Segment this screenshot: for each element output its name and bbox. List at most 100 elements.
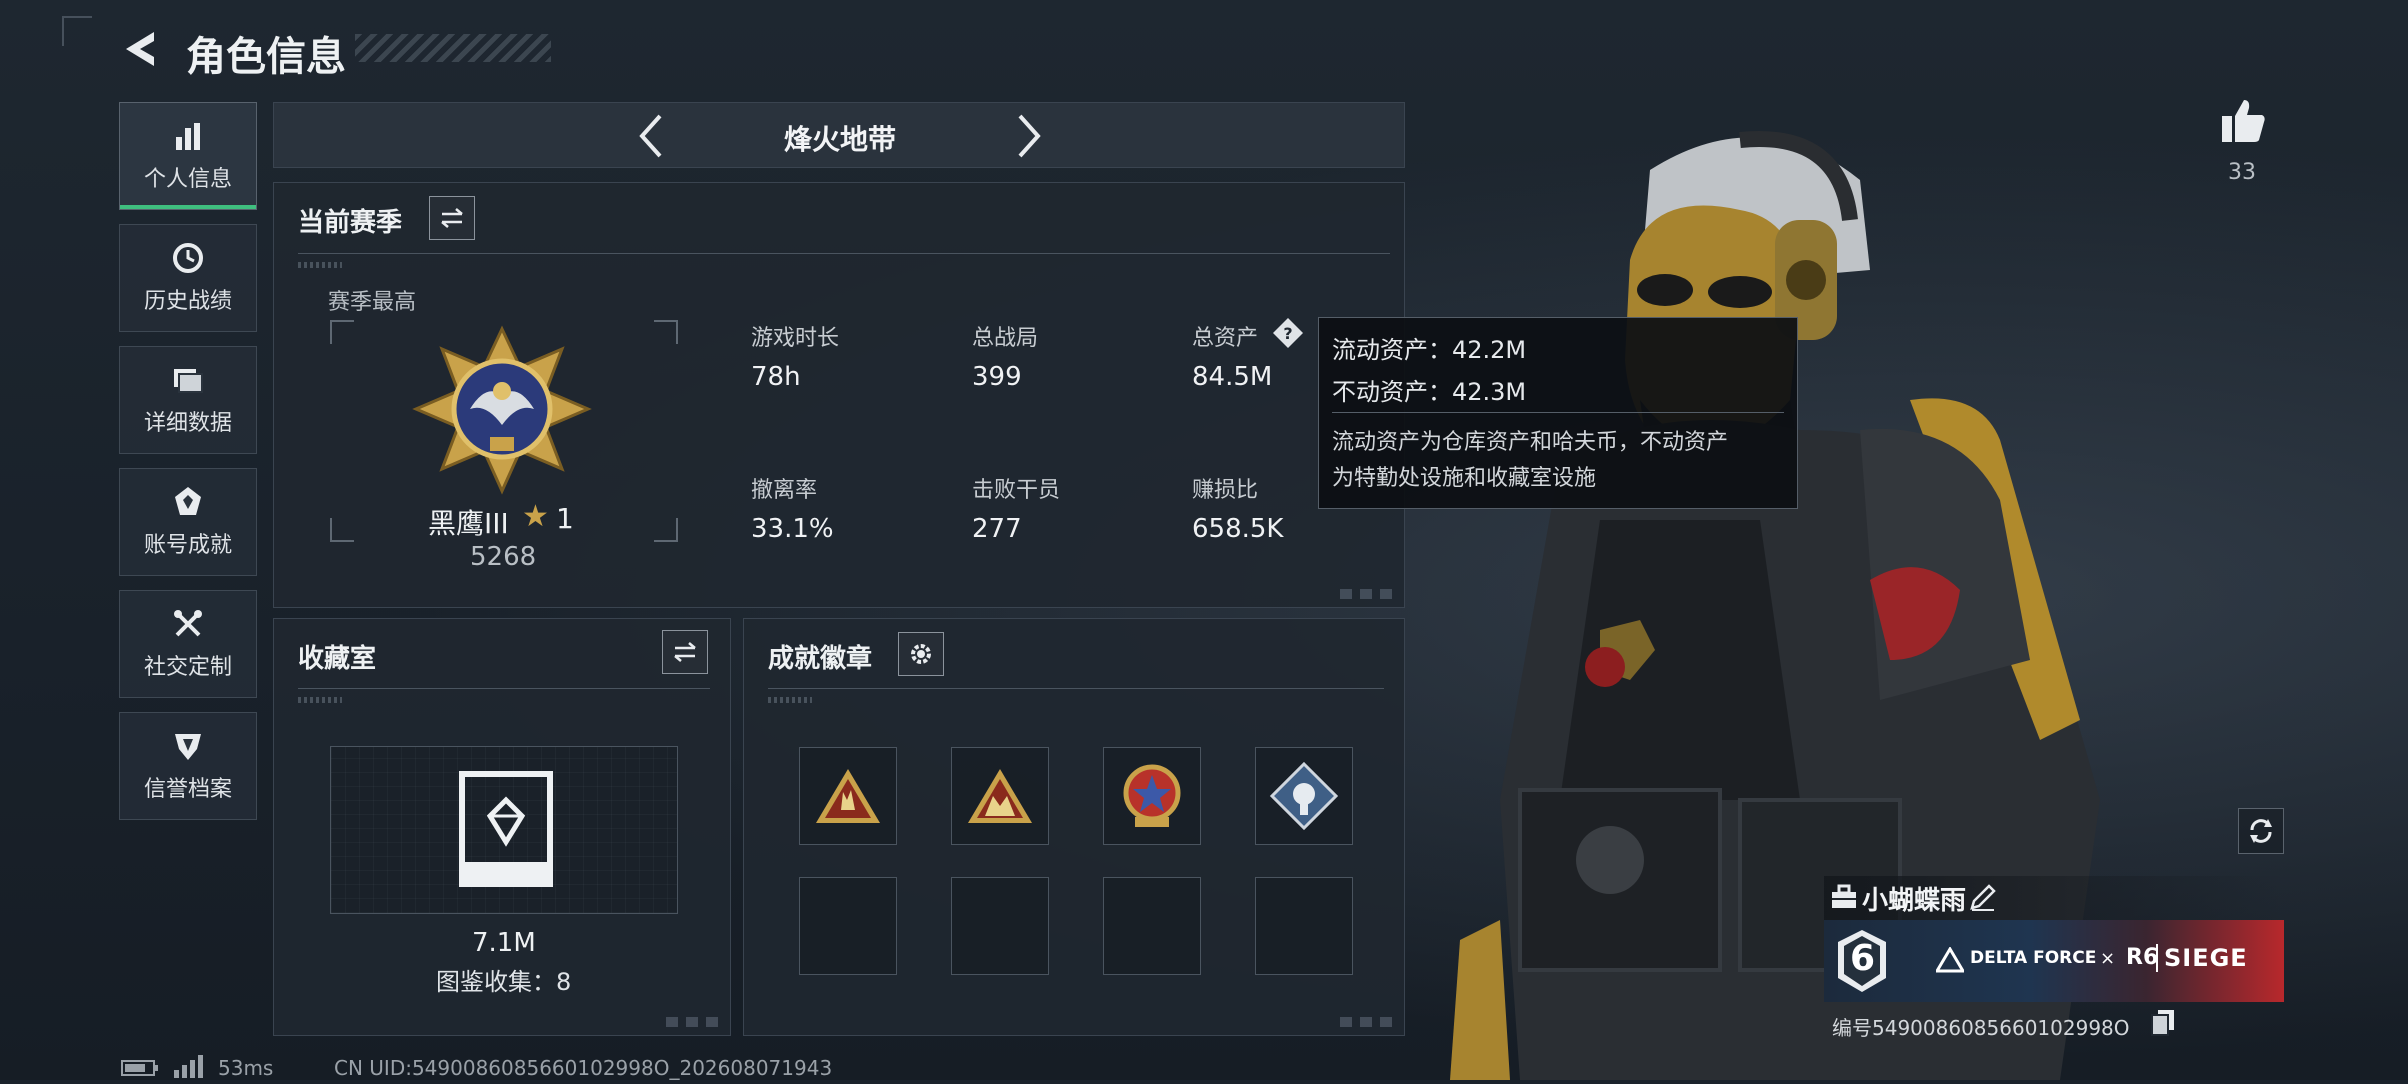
achievements-settings-button[interactable]	[898, 632, 944, 676]
panel-deco	[1340, 589, 1394, 599]
page-title: 角色信息	[186, 34, 346, 80]
achievements-title: 成就徽章	[768, 644, 873, 674]
thumbs-up-icon	[2222, 100, 2265, 142]
team-badge-icon	[968, 769, 1032, 823]
season-switch-button[interactable]	[429, 196, 475, 240]
diamond-badge-icon	[1269, 761, 1339, 831]
badge-slot-empty[interactable]	[951, 877, 1049, 975]
divider	[768, 688, 1384, 689]
stat-label-matches: 总战局	[972, 326, 1039, 351]
sidebar-item-reputation[interactable]: 信誉档案	[119, 712, 257, 820]
folder-icon	[174, 369, 203, 393]
stat-value-kills: 277	[972, 514, 1022, 544]
rotate-button[interactable]	[2238, 808, 2284, 854]
tooltip-desc-line2: 为特勤处设施和收藏室设施	[1332, 466, 1597, 491]
achievement-icon	[175, 487, 201, 515]
sidebar-item-social[interactable]: 社交定制	[119, 590, 257, 698]
banner-collab-x: ×	[2100, 948, 2116, 969]
delta-force-logo-icon	[1934, 946, 1966, 973]
sidebar-item-label: 详细数据	[143, 411, 232, 436]
panel-deco	[1340, 1017, 1394, 1027]
medal-badge-icon	[1123, 764, 1181, 827]
rank-points: 5268	[470, 542, 537, 572]
divider	[298, 253, 1390, 254]
stat-label-extraction: 撤离率	[751, 478, 818, 503]
banner-number: 6	[1850, 938, 1876, 979]
mode-prev-button[interactable]	[630, 108, 676, 164]
sidebar-item-achievements[interactable]: 账号成就	[119, 468, 257, 576]
badge-slot[interactable]	[1255, 747, 1353, 845]
banner-brand: DELTA FORCE	[1970, 948, 2097, 968]
swap-icon	[441, 208, 463, 228]
stat-value-assets: 84.5M	[1192, 362, 1273, 392]
rotate-icon	[2250, 819, 2272, 843]
sidebar-item-details[interactable]: 详细数据	[119, 346, 257, 454]
banner-siege: SIEGE	[2164, 944, 2248, 972]
briefcase-icon	[1830, 884, 1858, 910]
stat-label-playtime: 游戏时长	[751, 326, 840, 351]
panel-deco	[666, 1017, 720, 1027]
mode-next-button[interactable]	[1004, 108, 1050, 164]
player-name: 小蝴蝶雨	[1862, 886, 1967, 916]
title-stripes	[355, 34, 551, 62]
ping-text: 53ms	[218, 1056, 274, 1080]
badge-slot-empty[interactable]	[799, 877, 897, 975]
badge-slot-empty[interactable]	[1103, 877, 1201, 975]
deco-dots	[768, 697, 812, 703]
mode-label: 烽火地带	[783, 123, 896, 156]
tooltip-fixed-assets: 不动资产：42.3M	[1332, 378, 1527, 406]
display-case-icon	[456, 770, 556, 888]
sidebar-item-label: 个人信息	[143, 167, 232, 192]
badge-slot[interactable]	[799, 747, 897, 845]
star-icon: ★	[522, 499, 549, 534]
bar-chart-icon	[176, 123, 200, 150]
collection-switch-button[interactable]	[662, 630, 708, 674]
gesture-badge-icon	[816, 769, 880, 823]
badge-slot[interactable]	[951, 747, 1049, 845]
shield-icon	[175, 734, 201, 760]
stat-label-assets: 总资产	[1192, 326, 1259, 351]
sidebar-item-profile[interactable]: 个人信息	[119, 102, 257, 210]
stat-label-profit-ratio: 赚损比	[1192, 478, 1259, 503]
collection-count: 图鉴收集：8	[436, 968, 572, 996]
gear-icon	[911, 644, 931, 664]
chevron-left-icon	[639, 114, 662, 158]
stat-value-profit-ratio: 658.5K	[1192, 514, 1284, 544]
sidebar-item-history[interactable]: 历史战绩	[119, 224, 257, 332]
back-arrow-icon	[126, 32, 154, 66]
sidebar-item-label: 社交定制	[143, 655, 232, 680]
tools-icon	[174, 610, 202, 637]
pencil-icon	[1970, 884, 1996, 911]
tooltip-divider	[1332, 412, 1784, 413]
collection-value: 7.1M	[472, 928, 536, 958]
sidebar-item-label: 账号成就	[143, 533, 232, 558]
banner-r6: R6	[2126, 945, 2159, 970]
back-button[interactable]	[118, 26, 164, 72]
chevron-right-icon	[1018, 114, 1041, 158]
badge-slot-empty[interactable]	[1255, 877, 1353, 975]
help-icon[interactable]: ?	[1272, 317, 1304, 349]
rank-name: 黑鹰III	[428, 507, 509, 540]
deco-dots	[298, 262, 342, 268]
rank-emblem-icon	[412, 325, 592, 495]
banner-divider	[2156, 944, 2158, 972]
deco-dots	[298, 697, 342, 703]
divider	[298, 688, 710, 689]
badge-slot[interactable]	[1103, 747, 1201, 845]
active-indicator	[120, 205, 256, 209]
stat-value-extraction: 33.1%	[751, 514, 834, 544]
copy-id-button[interactable]	[2150, 1008, 2176, 1036]
season-best-label: 赛季最高	[328, 290, 417, 315]
battery-icon	[120, 1058, 160, 1078]
stat-value-matches: 399	[972, 362, 1022, 392]
stat-label-kills: 击败干员	[972, 478, 1061, 503]
like-button[interactable]	[2218, 96, 2268, 146]
sidebar-item-label: 历史战绩	[143, 289, 232, 314]
swap-icon	[674, 642, 696, 662]
edit-name-button[interactable]	[1968, 882, 1998, 912]
like-count: 33	[2228, 160, 2256, 185]
tooltip-desc-line1: 流动资产为仓库资产和哈夫币，不动资产	[1332, 430, 1729, 455]
corner-bracket	[62, 16, 92, 46]
player-id: 编号5490086085660102998O	[1832, 1016, 2130, 1040]
season-title: 当前赛季	[298, 208, 403, 238]
